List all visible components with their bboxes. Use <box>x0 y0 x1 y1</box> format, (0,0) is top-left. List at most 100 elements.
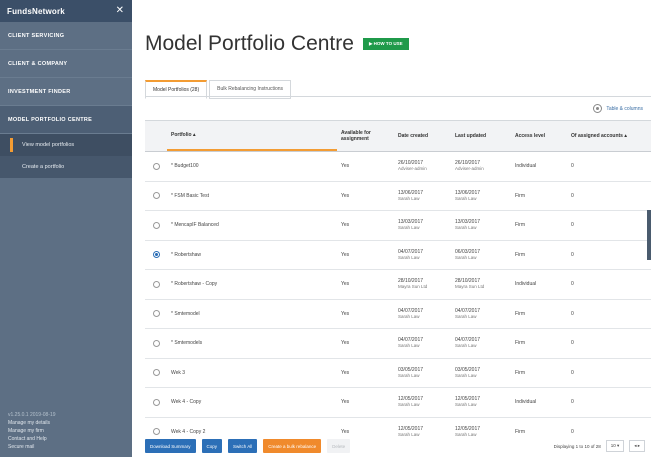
portfolio-name[interactable]: * Smtemodels <box>167 329 337 358</box>
access-level: Individual <box>515 281 537 288</box>
row-select[interactable] <box>145 152 167 181</box>
bulk-rebalance-button[interactable]: Create a bulk rebalance <box>263 439 322 453</box>
copy-button[interactable]: Copy <box>201 439 223 453</box>
header-available[interactable]: Available for assignment <box>337 121 394 151</box>
header-access-level[interactable]: Access level <box>511 121 567 151</box>
sidebar-subitem-create-portfolio[interactable]: Create a portfolio <box>0 156 132 178</box>
radio-button[interactable] <box>152 162 160 170</box>
pagination: Displaying 1 to 10 of 28 10 ▾ ◂ ▸ <box>554 437 645 455</box>
sidebar-item-model-portfolio-centre[interactable]: MODEL PORTFOLIO CENTRE <box>0 106 132 134</box>
table-row[interactable]: * Smtemodels Yes 04/07/2017 Sarah Law 04/07/… <box>145 329 651 359</box>
page-nav-arrows[interactable]: ◂ ▸ <box>629 440 645 452</box>
portfolio-name[interactable]: Wek 4 - Copy <box>167 388 337 417</box>
row-select[interactable] <box>145 329 167 358</box>
row-select[interactable] <box>145 359 167 388</box>
date-created-cell: 03/05/2017 Sarah Law <box>394 359 451 388</box>
assigned-accounts: 0 <box>571 281 574 288</box>
row-select[interactable] <box>145 182 167 211</box>
radio-button[interactable] <box>152 369 160 377</box>
header-date-created[interactable]: Date created <box>394 121 451 151</box>
created-by: Sarah Law <box>398 254 420 260</box>
radio-button[interactable] <box>152 339 160 347</box>
row-select[interactable] <box>145 211 167 240</box>
available-value: Yes <box>341 163 350 170</box>
portfolio-name[interactable]: * Robertshaw - Copy <box>167 270 337 299</box>
row-select[interactable] <box>145 388 167 417</box>
sidebar-item-client-servicing[interactable]: CLIENT SERVICING <box>0 22 132 50</box>
table-row[interactable]: Wek 3 Yes 03/05/2017 Sarah Law 03/05/2017 Sar… <box>145 359 651 388</box>
portfolio-name[interactable]: * Robertshaw <box>167 241 337 270</box>
title-row: Model Portfolio Centre ▶ HOW TO USE <box>145 32 409 56</box>
row-select[interactable] <box>145 241 167 270</box>
table-row[interactable]: * Robertshaw - Copy Yes 28/10/2017 Mayra Su… <box>145 270 651 300</box>
last-updated-cell: 26/10/2017 Adviser-admin <box>451 152 511 181</box>
footer-link-firm[interactable]: Manage my firm <box>8 427 56 435</box>
updated-by: Adviser-admin <box>455 166 484 172</box>
radio-button[interactable] <box>152 398 160 406</box>
table-row[interactable]: * Robertshaw Yes 04/07/2017 Sarah Law 06/03/… <box>145 241 651 270</box>
table-settings-link[interactable]: Table & columns <box>606 106 643 112</box>
table-row[interactable]: * Smtemodel Yes 04/07/2017 Sarah Law 04/07/2… <box>145 300 651 329</box>
close-icon[interactable]: ✕ <box>116 6 124 16</box>
gear-icon[interactable] <box>593 104 603 113</box>
sidebar-item-investment-finder[interactable]: INVESTMENT FINDER <box>0 78 132 106</box>
available-value: Yes <box>341 251 350 258</box>
row-select[interactable] <box>145 270 167 299</box>
radio-button[interactable] <box>152 428 160 436</box>
per-page-select[interactable]: 10 ▾ <box>605 440 625 452</box>
radio-button[interactable] <box>152 221 160 229</box>
last-updated-cell: 03/05/2017 Sarah Law <box>451 359 511 388</box>
radio-button[interactable] <box>152 251 160 259</box>
header-portfolio[interactable]: Portfolio ▴ <box>167 121 337 151</box>
portfolio-name[interactable]: * Budget100 <box>167 152 337 181</box>
assigned-accounts: 0 <box>571 310 574 317</box>
table-row[interactable]: * Budget100 Yes 26/10/2017 Adviser-admin 26/… <box>145 152 651 182</box>
header-assigned-accounts[interactable]: Of assigned accounts ▴ <box>567 121 637 151</box>
radio-button[interactable] <box>152 310 160 318</box>
updated-by: Sarah Law <box>455 372 477 378</box>
portfolio-name[interactable]: * Smtemodel <box>167 300 337 329</box>
footer-link-help[interactable]: Contact and Help <box>8 435 56 443</box>
radio-button[interactable] <box>152 192 160 200</box>
portfolio-table: Portfolio ▴ Available for assignment Dat… <box>145 120 651 447</box>
table-settings[interactable]: Table & columns <box>593 104 643 113</box>
radio-button[interactable] <box>152 280 160 288</box>
access-level: Individual <box>515 399 537 406</box>
available-value: Yes <box>341 192 350 199</box>
date-created-cell: 04/07/2017 Sarah Law <box>394 329 451 358</box>
access-level: Individual <box>515 163 537 170</box>
updated-by: Mayra Sun Ltd <box>455 284 485 290</box>
sidebar: FundsNetwork ✕ CLIENT SERVICING CLIENT &… <box>0 0 132 457</box>
sidebar-item-client-company[interactable]: CLIENT & COMPANY <box>0 50 132 78</box>
created-by: Sarah Law <box>398 225 420 231</box>
footer-link-mail[interactable]: Secure mail <box>8 443 56 451</box>
assigned-accounts: 0 <box>571 163 574 170</box>
scrollbar-thumb[interactable] <box>647 210 651 260</box>
download-summary-button[interactable]: Download Summary <box>145 439 196 453</box>
footer-link-details[interactable]: Manage my details <box>8 419 56 427</box>
created-by: Sarah Law <box>398 195 420 201</box>
table-row[interactable]: Wek 4 - Copy Yes 12/05/2017 Sarah Law 12/05/… <box>145 388 651 418</box>
updated-by: Sarah Law <box>455 195 477 201</box>
sidebar-subitem-view-portfolios[interactable]: View model portfolios <box>0 134 132 156</box>
created-by: Sarah Law <box>398 313 420 319</box>
last-updated-cell: 28/10/2017 Mayra Sun Ltd <box>451 270 511 299</box>
row-select[interactable] <box>145 300 167 329</box>
table-row[interactable]: * MencapIF Balanced Yes 13/03/2017 Sarah La… <box>145 211 651 241</box>
date-created-cell: 26/10/2017 Adviser-admin <box>394 152 451 181</box>
table-row[interactable]: * FSM Basic Test Yes 13/06/2017 Sarah Law 13… <box>145 182 651 211</box>
portfolio-name[interactable]: Wek 3 <box>167 359 337 388</box>
how-to-use-badge[interactable]: ▶ HOW TO USE <box>362 38 409 50</box>
delete-button[interactable]: Delete <box>327 439 351 453</box>
header-last-updated[interactable]: Last updated <box>451 121 511 151</box>
table-header: Portfolio ▴ Available for assignment Dat… <box>145 120 651 152</box>
date-created-cell: 12/05/2017 Sarah Law <box>394 388 451 417</box>
date-created-cell: 28/10/2017 Mayra Sun Ltd <box>394 270 451 299</box>
header-last-updated-label: Last updated <box>455 133 487 139</box>
access-level: Firm <box>515 222 525 229</box>
assigned-accounts: 0 <box>571 369 574 376</box>
access-level: Firm <box>515 369 525 376</box>
portfolio-name[interactable]: * MencapIF Balanced <box>167 211 337 240</box>
switch-all-button[interactable]: Switch All <box>228 439 258 453</box>
portfolio-name[interactable]: * FSM Basic Test <box>167 182 337 211</box>
